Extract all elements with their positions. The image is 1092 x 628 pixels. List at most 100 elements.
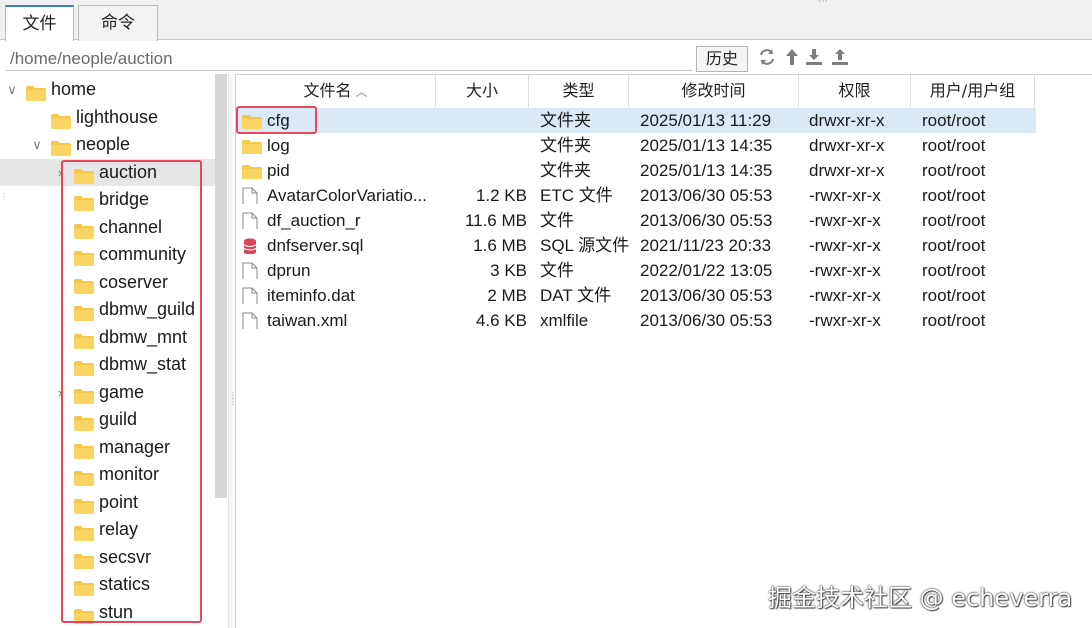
file-row[interactable]: taiwan.xml 4.6 KB xmlfile 2013/06/30 05:53 -… — [236, 308, 1036, 333]
file-owner: root/root — [922, 186, 986, 205]
tree-scrollbar[interactable] — [215, 74, 227, 498]
file-modified: 2013/06/30 05:53 — [640, 286, 773, 305]
tree-item-neople[interactable]: ∨ neople — [0, 131, 215, 158]
tree-item-label: neople — [76, 134, 131, 154]
chevron-down-icon[interactable]: ∨ — [30, 131, 44, 158]
folder-icon — [51, 137, 71, 156]
file-permissions: drwxr-xr-x — [809, 136, 885, 155]
file-icon — [242, 187, 262, 204]
file-size — [436, 158, 527, 183]
column-header-owner[interactable]: 用户/用户组 — [911, 75, 1035, 107]
file-icon — [242, 262, 262, 279]
file-permissions: drwxr-xr-x — [809, 161, 885, 180]
up-arrow-icon[interactable] — [782, 47, 804, 69]
file-name: taiwan.xml — [267, 311, 348, 330]
file-owner: root/root — [922, 236, 986, 255]
file-row[interactable]: dnfserver.sql 1.6 MB SQL 源文件 2021/11/23 20:… — [236, 233, 1036, 258]
file-size: 1.2 KB — [475, 186, 527, 205]
file-type: 文件 — [540, 261, 574, 280]
file-size — [436, 133, 527, 158]
drag-grip-icon[interactable]: ⋯ — [818, 0, 836, 7]
file-type: ETC 文件 — [540, 186, 613, 205]
file-icon — [242, 312, 262, 329]
file-modified: 2013/06/30 05:53 — [640, 311, 773, 330]
chevron-down-icon[interactable]: ∨ — [5, 76, 19, 103]
tree-highlight-box — [61, 160, 202, 623]
column-header-size[interactable]: 大小 — [436, 75, 529, 107]
pane-splitter[interactable] — [228, 74, 233, 628]
file-row[interactable]: cfg 文件夹 2025/01/13 11:29 drwxr-xr-x root/roo… — [236, 108, 1036, 133]
file-permissions: -rwxr-xr-x — [809, 186, 881, 205]
file-size — [436, 108, 527, 133]
file-size: 11.6 MB — [464, 211, 527, 230]
file-row[interactable]: AvatarColorVariatio... 1.2 KB ETC 文件 2013/0… — [236, 183, 1036, 208]
watermark-text: 掘金技术社区 @ echeverra — [768, 584, 1073, 612]
file-icon — [242, 212, 262, 229]
file-modified: 2013/06/30 05:53 — [640, 211, 773, 230]
file-name: log — [267, 136, 290, 155]
cfg-highlight-box — [236, 106, 317, 134]
file-list-header: 文件名 ︿ 大小 类型 修改时间 权限 用户/用户组 — [236, 75, 1092, 107]
file-modified: 2025/01/13 11:29 — [640, 111, 772, 130]
file-row[interactable]: df_auction_r 11.6 MB 文件 2013/06/30 05:53 -rw… — [236, 208, 1036, 233]
file-row[interactable]: log 文件夹 2025/01/13 14:35 drwxr-xr-x root/roo… — [236, 133, 1036, 158]
file-type: DAT 文件 — [540, 286, 612, 305]
column-header-type[interactable]: 类型 — [529, 75, 629, 107]
file-permissions: -rwxr-xr-x — [809, 311, 881, 330]
tab-bar: 文件 命令 ⋯ — [0, 0, 1092, 41]
download-icon[interactable] — [804, 47, 826, 69]
file-row[interactable]: pid 文件夹 2025/01/13 14:35 drwxr-xr-x root/roo… — [236, 158, 1036, 183]
tab-files[interactable]: 文件 — [5, 5, 74, 41]
file-permissions: -rwxr-xr-x — [809, 236, 881, 255]
file-owner: root/root — [922, 261, 986, 280]
file-modified: 2021/11/23 20:33 — [640, 236, 772, 255]
file-size: 1.6 MB — [473, 236, 527, 255]
splitter-grip-icon[interactable]: ⋮ ⋮ — [229, 392, 237, 411]
file-name: AvatarColorVariatio... — [267, 186, 427, 205]
file-type: SQL 源文件 — [540, 236, 630, 255]
file-modified: 2013/06/30 05:53 — [640, 186, 773, 205]
tab-commands[interactable]: 命令 — [78, 5, 158, 41]
file-owner: root/root — [922, 286, 986, 305]
folder-icon — [242, 137, 262, 154]
tree-item-label: home — [51, 79, 97, 99]
file-permissions: -rwxr-xr-x — [809, 211, 881, 230]
tree-item-home[interactable]: ∨ home — [0, 76, 215, 103]
file-permissions: drwxr-xr-x — [809, 111, 885, 130]
file-name: dnfserver.sql — [267, 236, 364, 255]
path-bar: 历史 — [0, 41, 1092, 74]
column-header-modified[interactable]: 修改时间 — [629, 75, 799, 107]
refresh-icon[interactable] — [757, 47, 779, 69]
file-list: 文件名 ︿ 大小 类型 修改时间 权限 用户/用户组 cfg 文件夹 2025/01/… — [235, 74, 1092, 628]
file-name: iteminfo.dat — [267, 286, 355, 305]
file-type: 文件夹 — [540, 161, 591, 180]
folder-icon — [26, 82, 46, 101]
file-row[interactable]: iteminfo.dat 2 MB DAT 文件 2013/06/30 05:53 -r… — [236, 283, 1036, 308]
sort-ascending-icon: ︿ — [355, 85, 368, 99]
file-type: 文件 — [540, 211, 574, 230]
file-name: df_auction_r — [267, 211, 361, 230]
upload-icon[interactable] — [830, 47, 852, 69]
file-owner: root/root — [922, 136, 986, 155]
file-modified: 2022/01/22 13:05 — [640, 261, 773, 280]
database-file-icon — [242, 237, 262, 254]
file-size: 3 KB — [490, 261, 527, 280]
file-icon — [242, 287, 262, 304]
file-type: 文件夹 — [540, 136, 591, 155]
file-modified: 2025/01/13 14:35 — [640, 136, 773, 155]
history-button[interactable]: 历史 — [696, 46, 748, 72]
file-owner: root/root — [922, 311, 986, 330]
file-row[interactable]: dprun 3 KB 文件 2022/01/22 13:05 -rwxr-xr-x roo… — [236, 258, 1036, 283]
column-header-name[interactable]: 文件名 ︿ — [236, 75, 436, 107]
file-owner: root/root — [922, 111, 986, 130]
column-header-permissions[interactable]: 权限 — [799, 75, 911, 107]
tree-item-label: lighthouse — [76, 106, 159, 127]
file-permissions: -rwxr-xr-x — [809, 261, 881, 280]
file-type: xmlfile — [540, 311, 589, 330]
folder-icon — [242, 162, 262, 179]
left-splitter-grip-icon[interactable]: ⋮ — [0, 193, 8, 210]
file-size: 4.6 KB — [475, 311, 527, 330]
file-size: 2 MB — [487, 286, 527, 305]
tree-item-lighthouse[interactable]: lighthouse — [0, 104, 215, 131]
path-input[interactable] — [6, 47, 692, 71]
